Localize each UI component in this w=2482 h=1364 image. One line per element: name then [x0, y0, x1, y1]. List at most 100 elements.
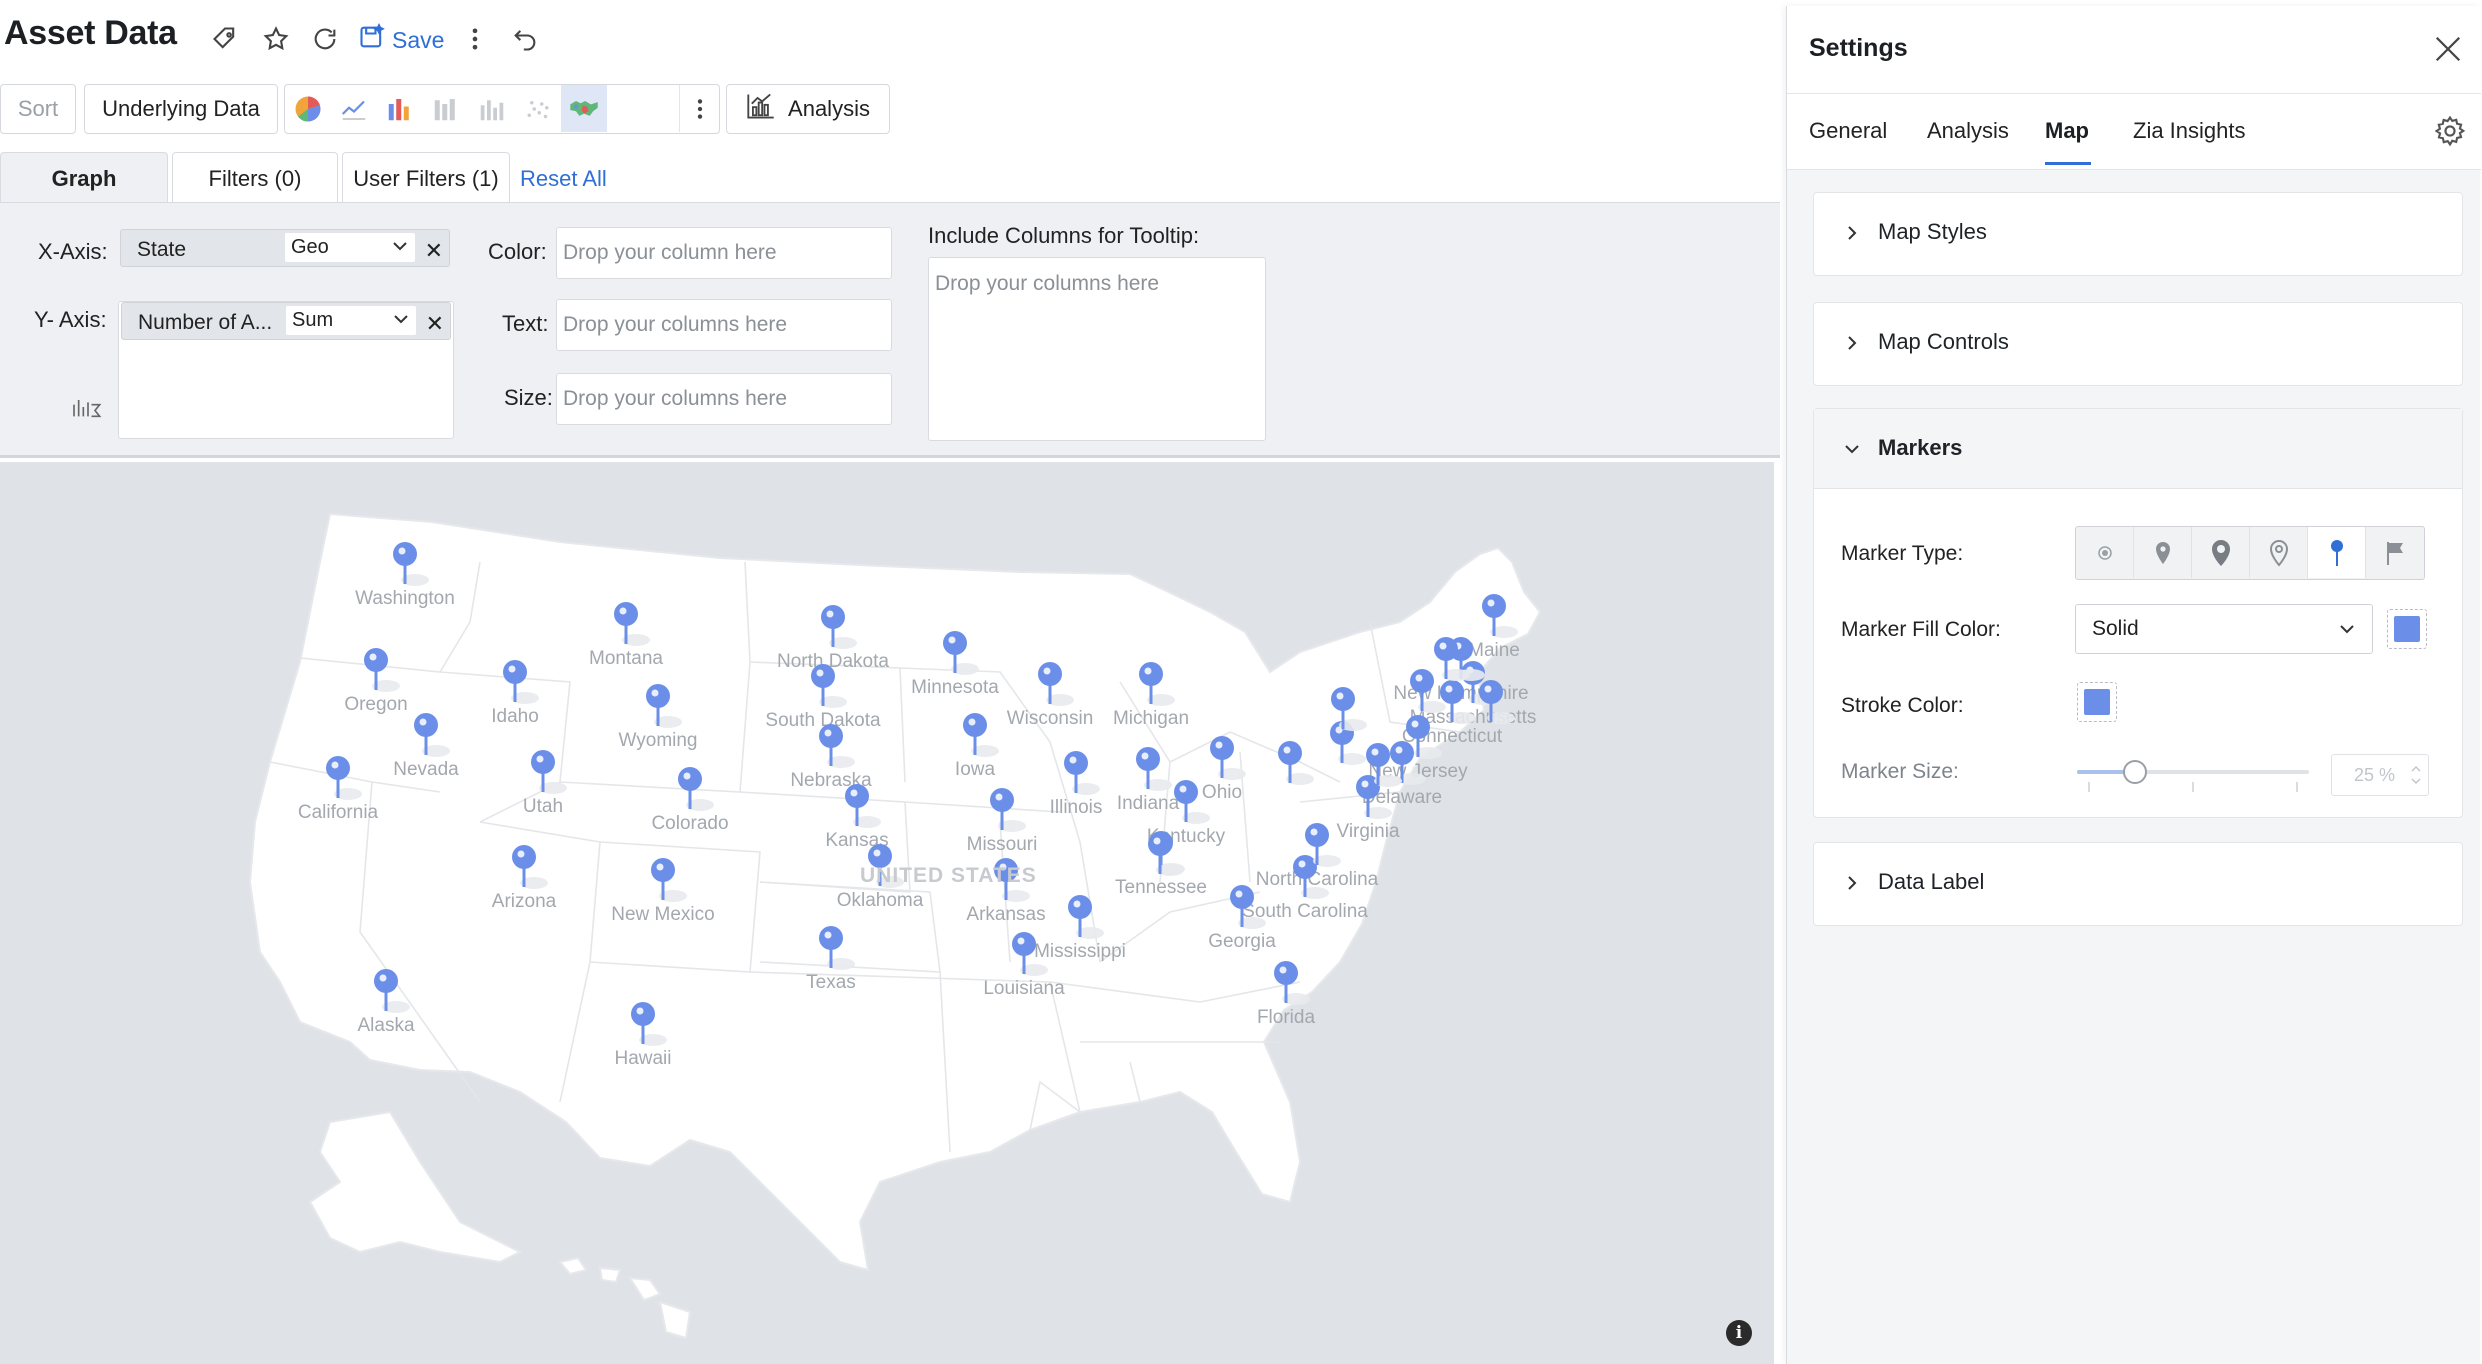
tab-general[interactable]: General: [1809, 118, 1887, 144]
tab-map[interactable]: Map: [2045, 118, 2089, 144]
info-icon[interactable]: i: [1726, 1320, 1752, 1346]
settings-panel: Settings General Analysis Map Zia Insigh…: [1786, 6, 2481, 1364]
stroke-color-label: Stroke Color:: [1841, 694, 1964, 717]
graph-config-panel: X-Axis: State Geo ✕ Y- Axis: Number of A…: [0, 202, 1780, 458]
marker-flag-icon[interactable]: [2366, 527, 2424, 578]
aggregate-settings-icon[interactable]: [70, 393, 106, 426]
markers-title: Markers: [1878, 435, 1963, 460]
refresh-icon[interactable]: [308, 22, 342, 56]
section-data-label[interactable]: Data Label: [1813, 842, 2463, 926]
marker-pin-icon[interactable]: [2192, 527, 2250, 578]
text-drop-zone[interactable]: Drop your columns here: [556, 299, 892, 351]
state-label: Georgia: [1208, 931, 1276, 952]
state-label: Florida: [1257, 1007, 1316, 1028]
chart-type-selector: [284, 84, 720, 134]
sort-button[interactable]: Sort: [0, 84, 76, 134]
hawaii-shape: [558, 1256, 692, 1340]
marker-pin-thin-icon[interactable]: [2134, 527, 2192, 578]
state-label: Arkansas: [966, 904, 1045, 925]
save-label: Save: [392, 26, 445, 53]
more-chart-types-icon[interactable]: [679, 85, 719, 132]
stroke-color-picker[interactable]: [2077, 682, 2117, 722]
stacked-bar-chart-icon[interactable]: [423, 85, 469, 132]
y-axis-field-pill[interactable]: Number of A... Sum ✕: [121, 302, 451, 340]
state-label: New Mexico: [611, 904, 714, 925]
chevron-down-icon: [394, 315, 408, 324]
state-label: Michigan: [1113, 708, 1189, 729]
state-label: Mississippi: [1034, 941, 1126, 962]
us-map[interactable]: Washington Oregon California Nevada Idaho Mon…: [0, 462, 1774, 1364]
tab-graph[interactable]: Graph: [0, 152, 168, 204]
size-label: Size:: [504, 385, 553, 410]
state-label: Idaho: [491, 706, 539, 727]
x-axis-field: State: [137, 238, 187, 261]
marker-fill-select[interactable]: Solid: [2075, 604, 2373, 654]
alaska-shape: [308, 1110, 523, 1264]
bar-chart-icon[interactable]: [377, 85, 423, 132]
stepper-icon[interactable]: [2410, 763, 2422, 787]
tab-user-filters[interactable]: User Filters (1): [342, 152, 510, 204]
state-label: Nevada: [393, 759, 459, 780]
star-icon[interactable]: [259, 22, 293, 56]
map-controls-title: Map Controls: [1878, 329, 2009, 354]
pie-chart-icon[interactable]: [285, 85, 331, 132]
x-axis-type-select[interactable]: Geo: [285, 233, 415, 262]
marker-type-selector: [2075, 526, 2425, 580]
remove-y-axis-icon[interactable]: ✕: [426, 311, 444, 337]
map-view[interactable]: Washington Oregon California Nevada Idaho Mon…: [0, 462, 1774, 1364]
tab-analysis[interactable]: Analysis: [1927, 118, 2009, 144]
section-map-controls[interactable]: Map Controls: [1813, 302, 2463, 386]
undo-icon[interactable]: [508, 22, 542, 56]
country-label: UNITED STATES: [860, 864, 1037, 887]
x-axis-field-pill[interactable]: State Geo ✕: [120, 229, 450, 267]
reset-all-link[interactable]: Reset All: [520, 166, 607, 192]
analysis-icon: [746, 92, 776, 126]
chevron-down-icon: [2340, 625, 2354, 634]
line-chart-icon[interactable]: [331, 85, 377, 132]
tab-zia-insights[interactable]: Zia Insights: [2133, 118, 2246, 144]
section-map-styles[interactable]: Map Styles: [1813, 192, 2463, 276]
state-label: Wyoming: [618, 730, 697, 751]
chevron-right-icon: [1848, 336, 1857, 350]
color-drop-zone[interactable]: Drop your column here: [556, 227, 892, 279]
column-chart-icon[interactable]: [469, 85, 515, 132]
marker-needle-icon[interactable]: [2308, 527, 2366, 578]
settings-header: Settings: [1787, 6, 2481, 94]
marker-size-slider[interactable]: [2077, 760, 2309, 784]
markers-header[interactable]: Markers: [1814, 409, 2462, 489]
state-label: Wisconsin: [1007, 708, 1094, 729]
marker-pin-outline-icon[interactable]: [2250, 527, 2308, 578]
state-label: Maine: [1468, 640, 1520, 661]
size-drop-zone[interactable]: Drop your columns here: [556, 373, 892, 425]
underlying-data-button[interactable]: Underlying Data: [84, 84, 278, 134]
y-axis-field: Number of A...: [138, 311, 273, 334]
save-button[interactable]: Save: [358, 22, 444, 58]
state-label: Montana: [589, 648, 663, 669]
y-axis-agg-select[interactable]: Sum: [286, 306, 416, 335]
state-label: Utah: [523, 796, 563, 817]
state-label: Iowa: [955, 759, 996, 780]
more-vertical-icon[interactable]: [458, 22, 492, 56]
marker-size-input[interactable]: 25 %: [2331, 754, 2429, 796]
gear-icon[interactable]: [2433, 114, 2467, 148]
remove-x-axis-icon[interactable]: ✕: [425, 238, 443, 264]
marker-dot-icon[interactable]: [2076, 527, 2134, 578]
state-label: Ohio: [1202, 782, 1242, 803]
state-label: Arizona: [492, 891, 557, 912]
tab-filters[interactable]: Filters (0): [172, 152, 338, 204]
close-icon[interactable]: [2433, 34, 2463, 64]
config-tabs: Graph Filters (0) User Filters (1) Reset…: [0, 152, 1780, 204]
map-chart-icon[interactable]: [561, 85, 607, 132]
tag-icon[interactable]: [208, 22, 242, 56]
scatter-chart-icon[interactable]: [515, 85, 561, 132]
marker-type-label: Marker Type:: [1841, 542, 1964, 565]
state-label: Minnesota: [911, 677, 999, 698]
y-axis-drop-zone[interactable]: Number of A... Sum ✕: [118, 301, 454, 439]
analysis-button[interactable]: Analysis: [726, 84, 890, 134]
color-label: Color:: [488, 239, 547, 264]
marker-fill-color-picker[interactable]: [2387, 609, 2427, 649]
state-label: Illinois: [1050, 797, 1103, 818]
state-label: Alaska: [357, 1015, 414, 1036]
tooltip-drop-zone[interactable]: Drop your columns here: [928, 257, 1266, 441]
state-label: Oklahoma: [837, 890, 924, 911]
